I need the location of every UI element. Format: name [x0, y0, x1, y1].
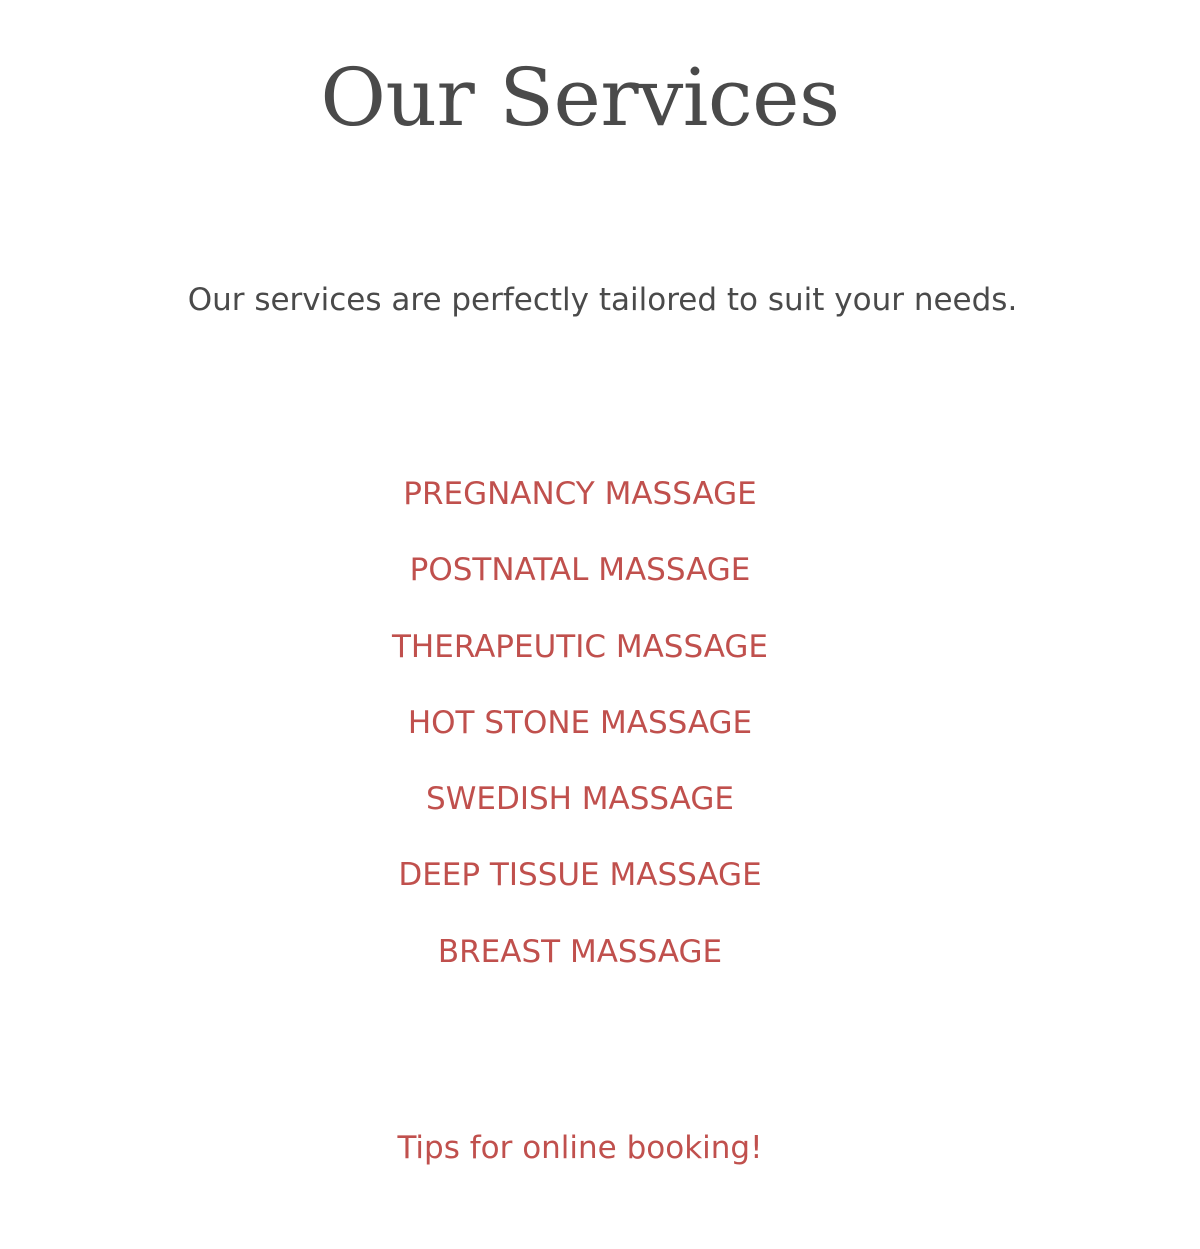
page-title: Our Services [320, 51, 840, 144]
services-list: PREGNANCY MASSAGE POSTNATAL MASSAGE THER… [0, 470, 1160, 1004]
tips-booking-link[interactable]: Tips for online booking! [0, 1124, 1160, 1172]
services-page: Our Services Our services are perfectly … [0, 0, 1200, 1249]
service-link-pregnancy-massage[interactable]: PREGNANCY MASSAGE [0, 470, 1160, 546]
service-link-hot-stone-massage[interactable]: HOT STONE MASSAGE [0, 699, 1160, 775]
service-link-therapeutic-massage[interactable]: THERAPEUTIC MASSAGE [0, 623, 1160, 699]
service-link-breast-massage[interactable]: BREAST MASSAGE [0, 928, 1160, 1004]
service-link-postnatal-massage[interactable]: POSTNATAL MASSAGE [0, 546, 1160, 622]
service-link-deep-tissue-massage[interactable]: DEEP TISSUE MASSAGE [0, 851, 1160, 927]
service-link-swedish-massage[interactable]: SWEDISH MASSAGE [0, 775, 1160, 851]
page-subtitle: Our services are perfectly tailored to s… [187, 282, 1018, 318]
